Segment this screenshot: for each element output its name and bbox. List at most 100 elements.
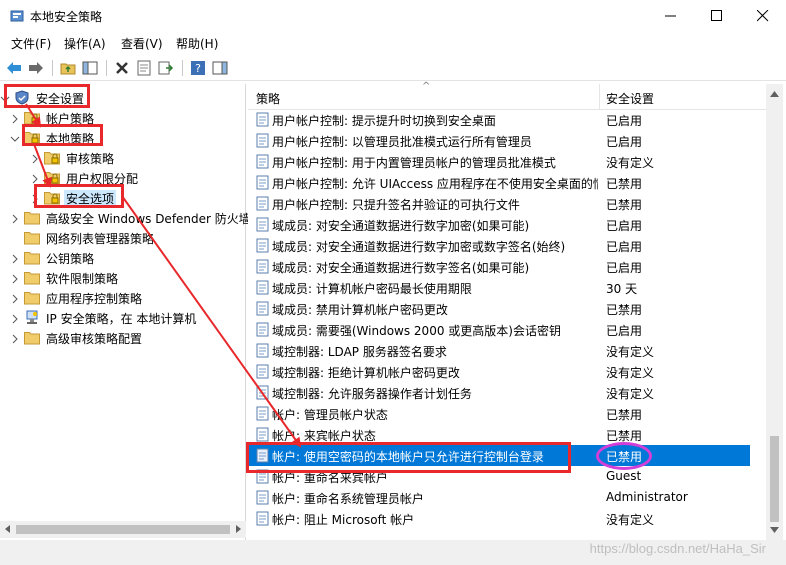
policy-icon (256, 385, 270, 400)
list-vertical-scrollbar[interactable] (766, 84, 783, 540)
forward-arrow-icon (29, 62, 43, 74)
chevron-right-icon[interactable] (10, 253, 20, 264)
policy-list: ^ 策略 安全设置 用户帐户控制: 提示提升时切换到安全桌面 已启用 用户帐户控制:… (248, 81, 770, 540)
chevron-down-icon[interactable] (0, 93, 10, 103)
menu-file[interactable]: 文件(F) (11, 35, 51, 52)
policy-name: 域控制器: 允许服务器操作者计划任务 (272, 387, 472, 401)
chevron-right-icon[interactable] (30, 173, 40, 184)
policy-name: 用户帐户控制: 以管理员批准模式运行所有管理员 (272, 135, 532, 149)
tree-item[interactable]: 本地策略 (10, 128, 240, 148)
show-hide-tree-button[interactable] (80, 58, 100, 78)
policy-setting: Guest (606, 469, 642, 483)
table-row[interactable]: 用户帐户控制: 提示提升时切换到安全桌面 已启用 (248, 109, 770, 130)
menu-help[interactable]: 帮助(H) (176, 35, 218, 52)
chevron-right-icon[interactable] (30, 193, 40, 204)
column-divider[interactable] (599, 84, 600, 110)
chevron-right-icon[interactable] (10, 333, 20, 344)
column-header-policy[interactable]: 策略 (256, 90, 280, 107)
table-row[interactable]: 域成员: 禁用计算机帐户密码更改 已禁用 (248, 298, 770, 319)
table-row[interactable]: 帐户: 阻止 Microsoft 帐户 没有定义 (248, 508, 770, 529)
minimize-button[interactable] (648, 0, 694, 32)
list-scroll-thumb[interactable] (770, 436, 779, 522)
help-button[interactable]: ? (188, 58, 208, 78)
tree-item[interactable]: 帐户策略 (10, 108, 240, 128)
tree-horizontal-scrollbar[interactable] (0, 521, 246, 538)
table-row[interactable]: 域成员: 对安全通道数据进行数字加密或数字签名(始终) 已启用 (248, 235, 770, 256)
scroll-right-icon[interactable] (234, 525, 242, 533)
chevron-right-icon[interactable] (10, 273, 20, 284)
export-list-button[interactable] (156, 58, 176, 78)
tree-item[interactable]: 网络列表管理器策略 (10, 228, 240, 248)
table-row[interactable]: 用户帐户控制: 用于内置管理员帐户的管理员批准模式 没有定义 (248, 151, 770, 172)
policy-setting: 没有定义 (606, 366, 655, 380)
tree-item-label: 审核策略 (66, 152, 115, 166)
tree-item[interactable]: IP 安全策略，在 本地计算机 (10, 308, 240, 328)
tree-item[interactable]: 公钥策略 (10, 248, 240, 268)
close-icon (757, 10, 769, 22)
maximize-button[interactable] (694, 0, 740, 32)
sort-ascending-icon: ^ (422, 81, 431, 92)
console-tree-icon (82, 61, 98, 75)
tree-item[interactable]: 高级审核策略配置 (10, 328, 240, 348)
table-row[interactable]: 域控制器: 拒绝计算机帐户密码更改 没有定义 (248, 361, 770, 382)
tree-item[interactable]: 用户权限分配 (30, 168, 240, 188)
policy-name: 域成员: 需要强(Windows 2000 或更高版本)会话密钥 (272, 324, 561, 338)
tree-item[interactable]: 安全设置 (0, 88, 240, 108)
forward-button[interactable] (26, 58, 46, 78)
close-button[interactable] (740, 0, 786, 32)
table-row[interactable]: 用户帐户控制: 以管理员批准模式运行所有管理员 已启用 (248, 130, 770, 151)
chevron-right-icon[interactable] (10, 113, 20, 124)
table-row[interactable]: 帐户: 重命名系统管理员帐户 Administrator (248, 487, 770, 508)
policy-setting: 已禁用 (606, 450, 643, 464)
up-level-button[interactable] (58, 58, 78, 78)
policy-icon (256, 217, 270, 232)
tree-item[interactable]: 应用程序控制策略 (10, 288, 240, 308)
table-row[interactable]: 帐户: 重命名来宾帐户 Guest (248, 466, 770, 487)
table-row[interactable]: 域控制器: 允许服务器操作者计划任务 没有定义 (248, 382, 770, 403)
scroll-down-icon[interactable] (770, 526, 779, 534)
policy-icon (256, 427, 270, 442)
scroll-up-icon[interactable] (770, 90, 779, 98)
table-row[interactable]: 域成员: 需要强(Windows 2000 或更高版本)会话密钥 已启用 (248, 319, 770, 340)
table-row[interactable]: 帐户: 来宾帐户状态 已禁用 (248, 424, 770, 445)
tree-item[interactable]: 高级安全 Windows Defender 防火墙 (10, 208, 251, 228)
table-row[interactable]: 域成员: 对安全通道数据进行数字加密(如果可能) 已启用 (248, 214, 770, 235)
policy-setting: 已启用 (606, 240, 643, 254)
tree-item[interactable]: 软件限制策略 (10, 268, 240, 288)
menu-view[interactable]: 查看(V) (121, 35, 163, 52)
policy-setting: 已启用 (606, 219, 643, 233)
policy-setting: 已禁用 (606, 303, 643, 317)
policy-name: 域成员: 对安全通道数据进行数字签名(如果可能) (272, 261, 530, 275)
policy-name: 域成员: 计算机帐户密码最长使用期限 (272, 282, 472, 296)
properties-button[interactable] (134, 58, 154, 78)
scroll-left-icon[interactable] (4, 525, 12, 533)
table-row[interactable]: 域成员: 计算机帐户密码最长使用期限 30 天 (248, 277, 770, 298)
folder-icon (24, 290, 40, 305)
tree-scroll-thumb[interactable] (16, 525, 230, 534)
chevron-right-icon[interactable] (10, 313, 20, 324)
chevron-right-icon[interactable] (10, 213, 20, 224)
back-button[interactable] (4, 58, 24, 78)
policy-setting: 已禁用 (606, 177, 643, 191)
tree-item[interactable]: 安全选项 (30, 188, 240, 208)
minimize-icon (665, 15, 676, 17)
policy-name: 用户帐户控制: 提示提升时切换到安全桌面 (272, 114, 496, 128)
chevron-right-icon[interactable] (10, 293, 20, 304)
table-row[interactable]: 帐户: 管理员帐户状态 已禁用 (248, 403, 770, 424)
policy-name: 帐户: 来宾帐户状态 (272, 429, 376, 443)
table-row[interactable]: 帐户: 使用空密码的本地帐户只允许进行控制台登录 已禁用 (248, 445, 750, 466)
policy-setting: 没有定义 (606, 345, 655, 359)
table-row[interactable]: 用户帐户控制: 只提升签名并验证的可执行文件 已禁用 (248, 193, 770, 214)
show-action-pane-button[interactable] (210, 58, 230, 78)
tree-item[interactable]: 审核策略 (30, 148, 240, 168)
chevron-right-icon[interactable] (30, 153, 40, 164)
table-row[interactable]: 域控制器: LDAP 服务器签名要求 没有定义 (248, 340, 770, 361)
delete-button[interactable] (112, 58, 132, 78)
table-row[interactable]: 用户帐户控制: 允许 UIAccess 应用程序在不使用安全桌面的情况下提升已禁… (248, 172, 770, 193)
menu-action[interactable]: 操作(A) (64, 35, 106, 52)
chevron-down-icon[interactable] (10, 133, 20, 143)
policy-setting: 已启用 (606, 324, 643, 338)
table-row[interactable]: 域成员: 对安全通道数据进行数字签名(如果可能) 已启用 (248, 256, 770, 277)
menu-bar: 文件(F) 操作(A) 查看(V) 帮助(H) (0, 32, 786, 54)
column-header-setting[interactable]: 安全设置 (606, 90, 654, 107)
